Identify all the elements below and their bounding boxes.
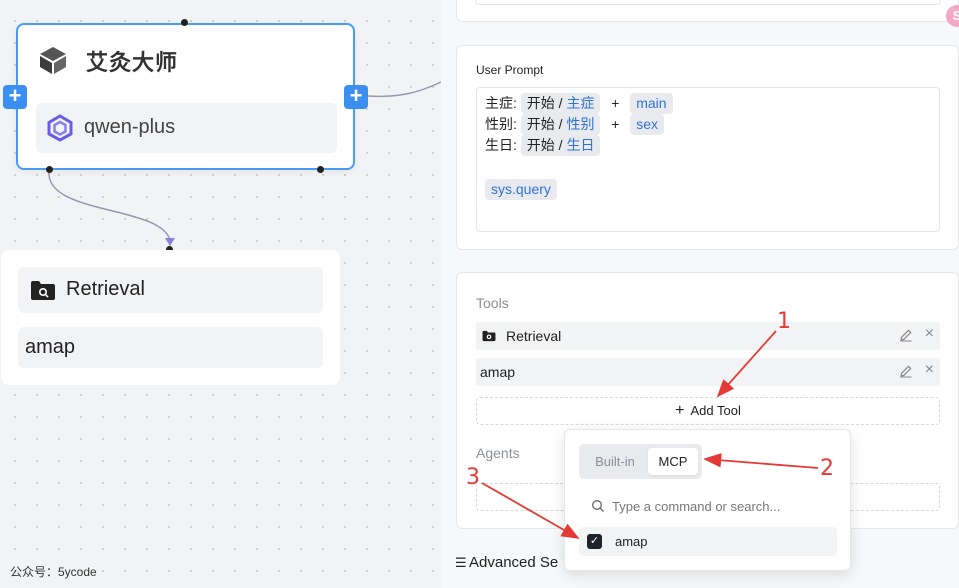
sys-variable-tag[interactable]: sys.query xyxy=(485,179,557,200)
tab-built-in[interactable]: Built-in xyxy=(583,448,647,475)
edit-icon[interactable] xyxy=(899,328,913,342)
tool-row-label: amap xyxy=(480,364,516,380)
tool-row-label: Retrieval xyxy=(506,328,562,344)
top-handle[interactable] xyxy=(181,19,188,26)
tools-label: Tools xyxy=(476,295,509,311)
advanced-settings-label: Advanced Se xyxy=(469,554,559,571)
user-prompt-editor[interactable]: 主症: 开始 / 主症 + main 性别: 开始 / 性别 + sex 生日:… xyxy=(476,87,940,232)
tools-node[interactable]: Retrieval amap xyxy=(1,250,340,385)
prompt-line: 生日: 开始 / 生日 xyxy=(485,135,601,156)
tool-source-tabs: Built-in MCP xyxy=(579,444,702,479)
edge-agent-to-retrieval xyxy=(48,170,171,241)
user-prompt-label: User Prompt xyxy=(476,63,544,77)
prompt-line-label: 主症: xyxy=(485,95,517,111)
tools-node-item-label: Retrieval xyxy=(66,278,145,300)
command-search[interactable]: Type a command or search... xyxy=(579,490,837,522)
annotation-label-2: 2 xyxy=(820,456,834,481)
prompt-line: 性别: 开始 / 性别 + sex xyxy=(485,114,665,135)
tools-node-item[interactable]: amap xyxy=(18,327,323,368)
remove-tool-icon[interactable]: × xyxy=(925,361,934,379)
right-add-handle[interactable]: + xyxy=(344,85,368,109)
prompt-line-label: 生日: xyxy=(485,137,517,153)
previous-input-box xyxy=(475,0,941,5)
edge-arrowhead xyxy=(165,238,175,246)
agents-label: Agents xyxy=(476,445,520,461)
user-prompt-card: User Prompt 主症: 开始 / 主症 + main 性别: 开始 / … xyxy=(456,45,959,250)
agent-node-title: 艾灸大师 xyxy=(86,51,179,76)
edge-agent-to-right xyxy=(367,81,442,98)
agent-node[interactable]: 艾灸大师 qwen-plus xyxy=(16,23,355,170)
plus-sign: + xyxy=(611,116,620,132)
variable-tag[interactable]: 开始 / 主症 xyxy=(520,93,601,114)
list-icon: ☰ xyxy=(455,555,467,570)
prompt-line: sys.query xyxy=(485,179,557,200)
qwen-logo-icon xyxy=(47,114,73,142)
watermark: 公众号：5ycode xyxy=(10,565,97,579)
search-icon xyxy=(592,500,604,512)
folder-search-icon xyxy=(31,281,55,300)
tab-mcp[interactable]: MCP xyxy=(648,448,698,475)
tool-picker-popover: Built-in MCP Type a command or search...… xyxy=(564,429,851,571)
tools-node-item[interactable]: Retrieval xyxy=(18,267,323,313)
cube-icon xyxy=(40,47,66,74)
annotation-label-1: 1 xyxy=(777,309,791,334)
plus-sign: + xyxy=(611,95,620,111)
folder-search-icon xyxy=(482,330,496,342)
prompt-line-label: 性别: xyxy=(485,116,517,132)
model-chip[interactable]: qwen-plus xyxy=(36,103,337,153)
bottom-right-handle[interactable] xyxy=(317,166,324,173)
tool-row[interactable]: amap × xyxy=(476,358,940,386)
checkbox-checked-icon[interactable]: ✓ xyxy=(587,534,602,549)
tool-row[interactable]: Retrieval × xyxy=(476,322,940,350)
remove-tool-icon[interactable]: × xyxy=(925,325,934,343)
prompt-line: 主症: 开始 / 主症 + main xyxy=(485,93,673,114)
add-tool-label: Add Tool xyxy=(690,403,741,418)
variable-tag[interactable]: 开始 / 性别 xyxy=(520,114,601,135)
search-placeholder: Type a command or search... xyxy=(612,499,781,514)
left-add-handle[interactable]: + xyxy=(3,85,27,109)
advanced-settings-toggle[interactable]: ☰ Advanced Se xyxy=(455,554,558,571)
previous-section-card xyxy=(456,0,959,22)
model-name: qwen-plus xyxy=(84,116,176,138)
annotation-label-3: 3 xyxy=(466,465,480,490)
tools-node-item-label: amap xyxy=(25,336,76,358)
plus-icon: + xyxy=(675,402,685,419)
variable-tag[interactable]: 开始 / 生日 xyxy=(520,135,601,156)
mcp-option[interactable]: ✓ amap xyxy=(579,527,837,556)
mcp-option-label: amap xyxy=(615,534,648,549)
variable-tag[interactable]: main xyxy=(630,93,673,114)
edit-icon[interactable] xyxy=(899,364,913,378)
bottom-left-handle[interactable] xyxy=(46,166,53,173)
add-tool-button[interactable]: + Add Tool xyxy=(476,397,940,425)
variable-tag[interactable]: sex xyxy=(630,114,665,135)
